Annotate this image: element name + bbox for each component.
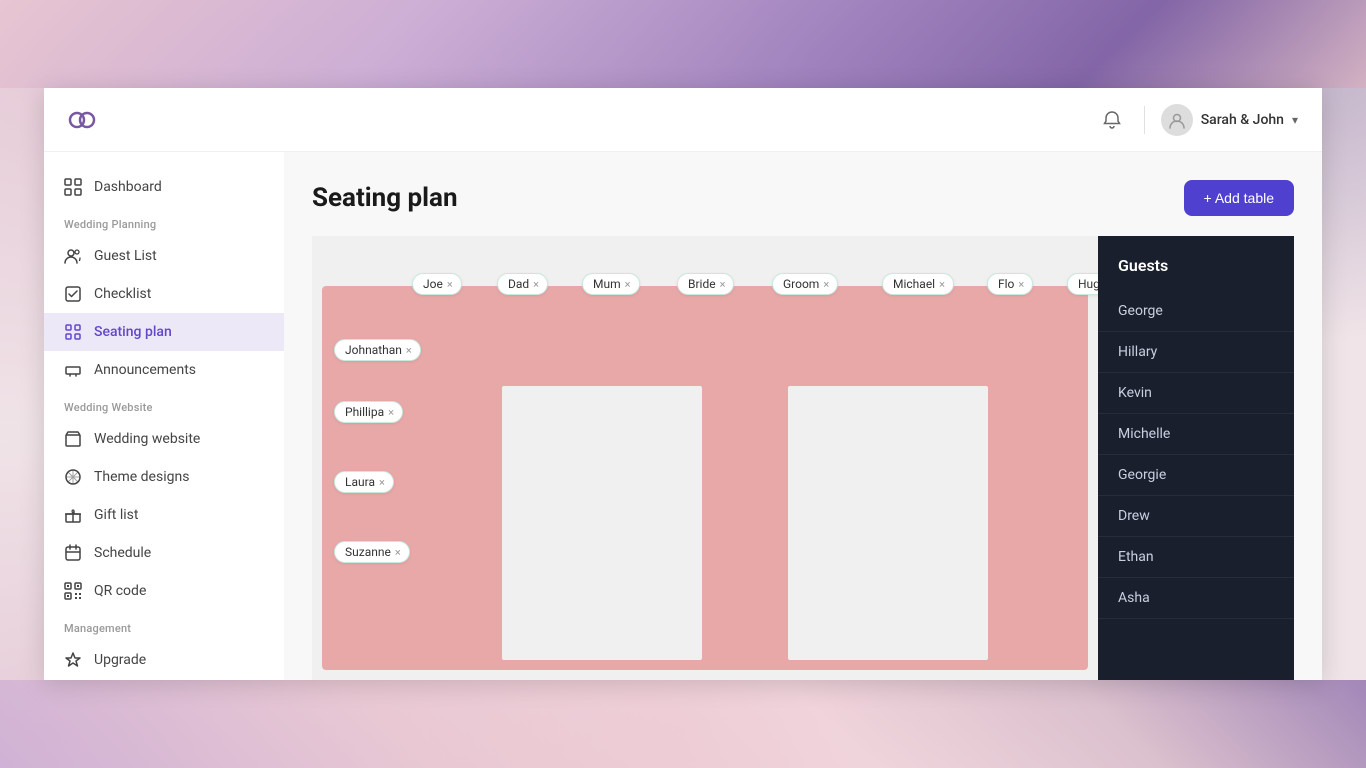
user-name: Sarah & John	[1201, 112, 1284, 128]
guest-tag-flo: Flo ×	[987, 273, 1033, 295]
schedule-icon	[64, 544, 82, 562]
user-menu[interactable]: Sarah & John ▾	[1161, 104, 1298, 136]
website-icon	[64, 430, 82, 448]
guest-item-michelle[interactable]: Michelle	[1098, 414, 1294, 455]
guest-tag-johnathan: Johnathan ×	[334, 339, 421, 361]
topbar: Sarah & John ▾	[284, 88, 1322, 152]
table-inner-right	[788, 386, 988, 660]
guest-item-hillary[interactable]: Hillary	[1098, 332, 1294, 373]
page-title: Seating plan	[312, 183, 458, 213]
qr-icon	[64, 582, 82, 600]
page-body: Seating plan + Add table Joe ×	[284, 152, 1322, 680]
logo-icon	[64, 102, 100, 138]
sidebar-nav: Dashboard Wedding Planning Guest List	[44, 152, 284, 680]
sidebar-item-schedule[interactable]: Schedule	[44, 534, 284, 572]
qr-code-label: QR code	[94, 583, 146, 599]
guest-item-george[interactable]: George	[1098, 291, 1294, 332]
sidebar-item-guest-list[interactable]: Guest List	[44, 237, 284, 275]
guest-item-drew[interactable]: Drew	[1098, 496, 1294, 537]
sidebar: Dashboard Wedding Planning Guest List	[44, 88, 284, 680]
upgrade-icon	[64, 651, 82, 669]
section-planning-label: Wedding Planning	[44, 206, 284, 237]
upgrade-label: Upgrade	[94, 652, 146, 668]
gift-icon	[64, 506, 82, 524]
remove-phillipa[interactable]: ×	[388, 407, 394, 418]
add-table-button[interactable]: + Add table	[1184, 180, 1294, 216]
guest-item-georgie[interactable]: Georgie	[1098, 455, 1294, 496]
announcements-label: Announcements	[94, 362, 196, 378]
guest-item-asha[interactable]: Asha	[1098, 578, 1294, 619]
guest-tag-joe: Joe ×	[412, 273, 462, 295]
guest-tag-suzanne: Suzanne ×	[334, 541, 410, 563]
dashboard-label: Dashboard	[94, 179, 162, 195]
sidebar-item-dashboard[interactable]: Dashboard	[44, 168, 284, 206]
guest-list-label: Guest List	[94, 248, 157, 264]
guests-icon	[64, 247, 82, 265]
remove-laura[interactable]: ×	[379, 477, 385, 488]
section-website-label: Wedding Website	[44, 389, 284, 420]
floral-top-decoration	[0, 0, 1366, 88]
sidebar-item-checklist[interactable]: Checklist	[44, 275, 284, 313]
gift-list-label: Gift list	[94, 507, 138, 523]
guests-panel-title: Guests	[1098, 256, 1294, 291]
remove-suzanne[interactable]: ×	[395, 547, 401, 558]
sidebar-item-wedding-website[interactable]: Wedding website	[44, 420, 284, 458]
remove-dad[interactable]: ×	[533, 279, 539, 290]
sidebar-item-theme-designs[interactable]: Theme designs	[44, 458, 284, 496]
guest-tag-groom: Groom ×	[772, 273, 838, 295]
page-header: Seating plan + Add table	[312, 180, 1294, 216]
app-container: Dashboard Wedding Planning Guest List	[44, 88, 1322, 680]
topbar-divider	[1144, 106, 1145, 134]
table-shape	[322, 286, 1088, 670]
seating-area: Joe × Dad × Mum × Bride ×	[312, 236, 1294, 680]
sidebar-item-announcements[interactable]: Announcements	[44, 351, 284, 389]
sidebar-header	[44, 88, 284, 152]
sidebar-item-qr-code[interactable]: QR code	[44, 572, 284, 610]
wedding-website-label: Wedding website	[94, 431, 200, 447]
floral-bottom-decoration	[0, 680, 1366, 768]
guest-tag-dad: Dad ×	[497, 273, 548, 295]
guest-item-kevin[interactable]: Kevin	[1098, 373, 1294, 414]
remove-bride[interactable]: ×	[720, 279, 726, 290]
guests-panel: Guests George Hillary Kevin Michelle Geo…	[1098, 236, 1294, 680]
theme-designs-label: Theme designs	[94, 469, 189, 485]
guest-tag-hugo: Hugo ×	[1067, 273, 1098, 295]
section-management-label: Management	[44, 610, 284, 641]
dashboard-icon	[64, 178, 82, 196]
bell-icon	[1102, 110, 1122, 130]
announce-icon	[64, 361, 82, 379]
seating-canvas: Joe × Dad × Mum × Bride ×	[312, 236, 1098, 680]
theme-icon	[64, 468, 82, 486]
seating-icon	[64, 323, 82, 341]
notifications-bell[interactable]	[1096, 104, 1128, 136]
chevron-down-icon: ▾	[1292, 113, 1298, 127]
main-content: Sarah & John ▾ Seating plan + Add table	[284, 88, 1322, 680]
guest-tag-bride: Bride ×	[677, 273, 734, 295]
avatar	[1161, 104, 1193, 136]
remove-joe[interactable]: ×	[447, 279, 453, 290]
checklist-label: Checklist	[94, 286, 151, 302]
guest-tag-michael: Michael ×	[882, 273, 954, 295]
remove-mum[interactable]: ×	[625, 279, 631, 290]
sidebar-item-upgrade[interactable]: Upgrade	[44, 641, 284, 679]
sidebar-item-gift-list[interactable]: Gift list	[44, 496, 284, 534]
guest-tag-mum: Mum ×	[582, 273, 640, 295]
checklist-icon	[64, 285, 82, 303]
remove-flo[interactable]: ×	[1018, 279, 1024, 290]
remove-johnathan[interactable]: ×	[406, 345, 412, 356]
schedule-label: Schedule	[94, 545, 151, 561]
guest-tag-phillipa: Phillipa ×	[334, 401, 403, 423]
table-inner-left	[502, 386, 702, 660]
sidebar-item-seating-plan[interactable]: Seating plan	[44, 313, 284, 351]
remove-michael[interactable]: ×	[939, 279, 945, 290]
remove-groom[interactable]: ×	[823, 279, 829, 290]
seating-plan-label: Seating plan	[94, 324, 172, 340]
guest-item-ethan[interactable]: Ethan	[1098, 537, 1294, 578]
guest-tag-laura: Laura ×	[334, 471, 394, 493]
